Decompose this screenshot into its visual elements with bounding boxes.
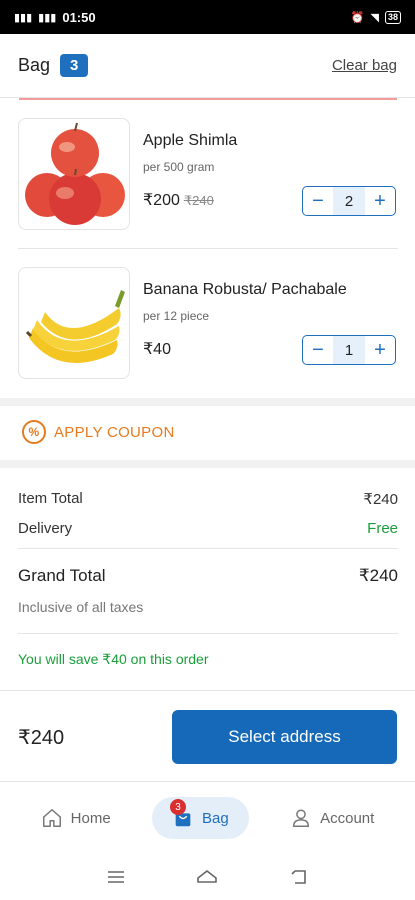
delivery-row: Delivery Free bbox=[18, 520, 398, 537]
grand-total-row: Grand Total ₹240 bbox=[18, 566, 398, 586]
signal-icon-2: ▮▮▮ bbox=[38, 11, 57, 24]
tab-label: Home bbox=[70, 809, 111, 827]
status-left: ▮▮▮ ▮▮▮ 01:50 bbox=[14, 10, 96, 25]
back-icon[interactable] bbox=[287, 865, 311, 889]
item-total-label: Item Total bbox=[18, 490, 83, 507]
item-price: ₹200 bbox=[143, 192, 180, 209]
clear-bag-link[interactable]: Clear bag bbox=[332, 57, 397, 74]
battery-icon: 38 bbox=[384, 10, 401, 24]
tab-home[interactable]: Home bbox=[21, 797, 131, 839]
tab-bag[interactable]: 3 Bag bbox=[152, 797, 249, 839]
item-total-value: ₹240 bbox=[363, 491, 398, 508]
section-separator bbox=[0, 460, 415, 468]
bananas-image[interactable] bbox=[18, 267, 130, 379]
decrement-button[interactable]: − bbox=[303, 336, 333, 364]
taxes-note: Inclusive of all taxes bbox=[18, 599, 144, 615]
item-total-row: Item Total ₹240 bbox=[18, 490, 398, 508]
tab-account[interactable]: Account bbox=[270, 797, 394, 839]
delivery-value: Free bbox=[367, 520, 398, 537]
status-time: 01:50 bbox=[62, 9, 96, 25]
bottom-tab-bar: Home 3 Bag Account bbox=[0, 783, 415, 853]
apples-image[interactable] bbox=[18, 118, 130, 230]
increment-button[interactable]: + bbox=[365, 187, 395, 215]
decrement-button[interactable]: − bbox=[303, 187, 333, 215]
coupon-label: APPLY COUPON bbox=[54, 423, 175, 441]
tab-label: Account bbox=[320, 809, 375, 827]
apples-icon bbox=[25, 122, 125, 225]
header-accent-line bbox=[19, 98, 397, 100]
item-mrp: ₹240 bbox=[183, 193, 214, 208]
checkout-bar: ₹240 Select address bbox=[0, 690, 415, 782]
quantity-stepper: − 2 + bbox=[302, 186, 396, 216]
delivery-label: Delivery bbox=[18, 520, 73, 537]
menu-icon[interactable] bbox=[104, 865, 128, 889]
item-name: Apple Shimla bbox=[143, 132, 238, 149]
savings-note: You will save ₹40 on this order bbox=[18, 651, 209, 667]
item-unit: per 500 gram bbox=[143, 160, 215, 174]
cart-item: Apple Shimla per 500 gram ₹200 ₹240 − 2 + bbox=[18, 118, 398, 230]
item-unit: per 12 piece bbox=[143, 309, 210, 323]
increment-button[interactable]: + bbox=[365, 336, 395, 364]
quantity-value: 2 bbox=[333, 187, 365, 215]
item-price: ₹40 bbox=[143, 341, 171, 358]
grand-total-value: ₹240 bbox=[358, 566, 398, 585]
system-nav-bar bbox=[0, 853, 415, 900]
bag-count-badge: 3 bbox=[60, 54, 89, 77]
section-separator bbox=[0, 398, 415, 406]
quantity-value: 1 bbox=[333, 336, 365, 364]
bananas-icon bbox=[25, 290, 125, 363]
item-divider bbox=[18, 248, 398, 249]
apply-coupon-button[interactable]: % APPLY COUPON bbox=[22, 420, 175, 444]
footer-total: ₹240 bbox=[18, 727, 65, 749]
select-address-button[interactable]: Select address bbox=[172, 710, 397, 764]
bag-tab-badge: 3 bbox=[170, 799, 187, 815]
bag-header: Bag 3 Clear bag bbox=[0, 34, 415, 98]
cart-item: Banana Robusta/ Pachabale per 12 piece ₹… bbox=[18, 267, 398, 379]
alarm-icon: ⏰ bbox=[350, 11, 365, 24]
status-right: ⏰ ◥ 38 bbox=[350, 10, 401, 24]
status-bar: ▮▮▮ ▮▮▮ 01:50 ⏰ ◥ 38 bbox=[0, 0, 415, 34]
signal-icon: ▮▮▮ bbox=[14, 11, 33, 24]
page-title: Bag bbox=[18, 55, 51, 75]
quantity-stepper: − 1 + bbox=[302, 335, 396, 365]
item-price-wrap: ₹200 ₹240 bbox=[143, 190, 214, 210]
person-icon bbox=[293, 809, 310, 827]
percent-icon: % bbox=[22, 420, 46, 444]
summary-divider bbox=[18, 633, 398, 634]
title-wrap: Bag 3 bbox=[18, 54, 89, 77]
home-nav-icon[interactable] bbox=[195, 865, 219, 889]
home-icon bbox=[42, 809, 61, 827]
item-name: Banana Robusta/ Pachabale bbox=[143, 281, 347, 298]
tab-label: Bag bbox=[202, 809, 229, 827]
item-price-wrap: ₹40 bbox=[143, 339, 171, 359]
wifi-icon: ◥ bbox=[370, 11, 379, 24]
grand-total-label: Grand Total bbox=[18, 566, 106, 585]
summary-divider bbox=[18, 548, 398, 549]
